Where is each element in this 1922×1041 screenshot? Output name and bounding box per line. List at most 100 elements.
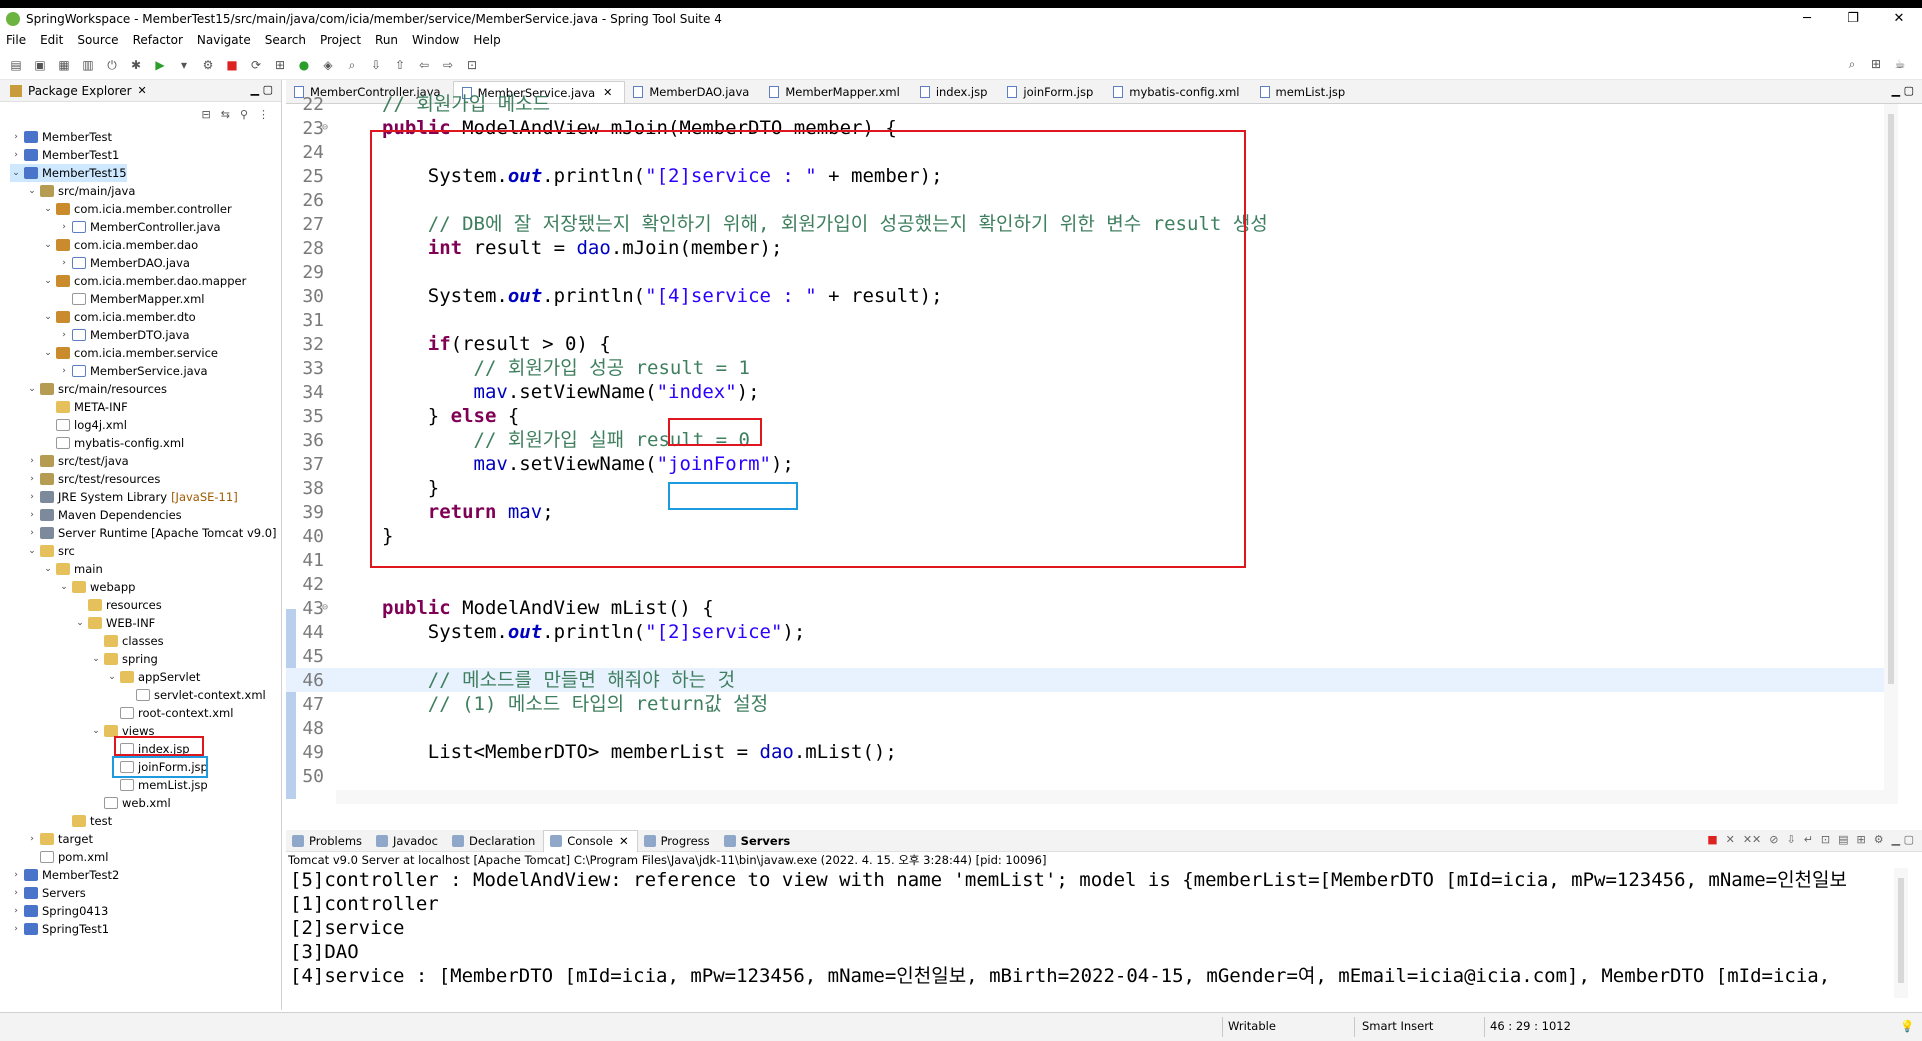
expand-toggle-icon[interactable]: ›: [58, 222, 70, 232]
tree-item[interactable]: › MemberTest1: [10, 146, 119, 164]
save-all-icon[interactable]: ▦: [56, 57, 72, 73]
pin-editor-icon[interactable]: ⊡: [464, 57, 480, 73]
menu-help[interactable]: Help: [473, 33, 500, 47]
code-line[interactable]: 49 List<MemberDTO> memberList = dao.mLis…: [286, 740, 1898, 764]
tree-item[interactable]: › JRE System Library [JavaSE-11]: [26, 488, 238, 506]
menu-refactor[interactable]: Refactor: [133, 33, 183, 47]
tree-item[interactable]: root-context.xml: [106, 704, 233, 722]
new-icon[interactable]: ▤: [8, 57, 24, 73]
tree-item[interactable]: › MemberTest2: [10, 866, 119, 884]
expand-toggle-icon[interactable]: ⌄: [42, 240, 54, 250]
display-console-icon[interactable]: ▤: [1838, 833, 1848, 846]
pin-console-icon[interactable]: ⊡: [1821, 833, 1830, 846]
expand-toggle-icon[interactable]: ⌄: [74, 618, 86, 628]
print-icon[interactable]: ▥: [80, 57, 96, 73]
search-icon[interactable]: ⌕: [1844, 56, 1860, 72]
code-line[interactable]: 47 // (1) 메소드 타입의 return값 설정: [286, 692, 1898, 716]
java-perspective-icon[interactable]: ☕: [1892, 56, 1908, 72]
menu-window[interactable]: Window: [412, 33, 459, 47]
next-annotation-icon[interactable]: ⇩: [368, 57, 384, 73]
expand-toggle-icon[interactable]: ⌄: [42, 564, 54, 574]
scroll-lock-icon[interactable]: ⇩: [1786, 833, 1795, 846]
tree-item[interactable]: pom.xml: [26, 848, 108, 866]
tree-item[interactable]: ⌄ src/main/java: [26, 182, 135, 200]
expand-toggle-icon[interactable]: ⌄: [106, 672, 118, 682]
tip-icon[interactable]: 💡: [1900, 1019, 1914, 1033]
remove-launch-icon[interactable]: ✕: [1726, 833, 1735, 846]
code-line[interactable]: 44 System.out.println("[2]service");: [286, 620, 1898, 644]
menu-run[interactable]: Run: [375, 33, 398, 47]
tree-item[interactable]: › src/test/resources: [26, 470, 160, 488]
expand-toggle-icon[interactable]: ⌄: [26, 546, 38, 556]
tree-item[interactable]: › target: [26, 830, 93, 848]
tree-item[interactable]: META-INF: [42, 398, 128, 416]
tree-item[interactable]: ⌄ spring: [90, 650, 158, 668]
fold-toggle-icon[interactable]: ⊖: [322, 116, 328, 140]
bottom-tab-console[interactable]: Console ✕: [543, 829, 638, 852]
menu-navigate[interactable]: Navigate: [197, 33, 251, 47]
tree-item[interactable]: › MemberController.java: [58, 218, 220, 236]
tree-item[interactable]: web.xml: [90, 794, 171, 812]
expand-toggle-icon[interactable]: ⌄: [58, 582, 70, 592]
tree-item[interactable]: servlet-context.xml: [122, 686, 266, 704]
external-tools-icon[interactable]: ⚙: [200, 57, 216, 73]
remove-all-icon[interactable]: ✕✕: [1743, 833, 1761, 846]
tree-item[interactable]: › src/test/java: [26, 452, 129, 470]
expand-toggle-icon[interactable]: ⌄: [26, 384, 38, 394]
open-type-icon[interactable]: ◈: [320, 57, 336, 73]
boot-dashboard-icon[interactable]: ⏻: [104, 57, 120, 73]
run-icon[interactable]: ▶: [152, 57, 168, 73]
new-java-class-icon[interactable]: ●: [296, 57, 312, 73]
link-with-editor-icon[interactable]: ⇆: [221, 108, 230, 121]
close-button[interactable]: ✕: [1876, 8, 1922, 30]
tree-item[interactable]: ⌄ MemberTest15: [10, 164, 127, 182]
console-minimize-maximize-icon[interactable]: ▁ ▢: [1892, 833, 1914, 846]
close-icon[interactable]: ✕: [138, 84, 147, 97]
expand-toggle-icon[interactable]: ›: [10, 888, 22, 898]
collapse-all-icon[interactable]: ⊟: [202, 108, 211, 121]
code-editor[interactable]: 22// 회원가입 메소드 23 public ModelAndView mJoin…: [286, 93, 1898, 804]
code-line[interactable]: 43 public ModelAndView mList() {⊖: [286, 596, 1898, 620]
bottom-tab-progress[interactable]: Progress: [638, 830, 718, 852]
expand-toggle-icon[interactable]: ›: [26, 834, 38, 844]
save-icon[interactable]: ▣: [32, 57, 48, 73]
debug-icon[interactable]: ✱: [128, 57, 144, 73]
scroll-thumb[interactable]: [1898, 878, 1904, 983]
menu-search[interactable]: Search: [265, 33, 306, 47]
code-line[interactable]: 45: [286, 644, 1898, 668]
expand-toggle-icon[interactable]: ⌄: [42, 276, 54, 286]
tree-item[interactable]: › Maven Dependencies: [26, 506, 181, 524]
tree-item[interactable]: › Servers: [10, 884, 86, 902]
expand-toggle-icon[interactable]: ›: [26, 492, 38, 502]
forward-icon[interactable]: ⇨: [440, 57, 456, 73]
expand-toggle-icon[interactable]: ⌄: [90, 654, 102, 664]
expand-toggle-icon[interactable]: ›: [26, 456, 38, 466]
menu-edit[interactable]: Edit: [40, 33, 63, 47]
expand-toggle-icon[interactable]: ›: [10, 924, 22, 934]
tree-item[interactable]: MemberMapper.xml: [58, 290, 204, 308]
view-menu-icon[interactable]: ⋮: [258, 108, 269, 121]
code-line[interactable]: 46 // 메소드를 만들면 해줘야 하는 것: [286, 668, 1898, 692]
run-history-icon[interactable]: ▾: [176, 57, 192, 73]
tree-item[interactable]: ⌄ com.icia.member.dao: [42, 236, 198, 254]
expand-toggle-icon[interactable]: ›: [10, 132, 22, 142]
code-line[interactable]: 48: [286, 716, 1898, 740]
close-tab-icon[interactable]: ✕: [619, 834, 629, 848]
open-console-icon[interactable]: ⊞: [1857, 833, 1866, 846]
tree-item[interactable]: ⌄ webapp: [58, 578, 135, 596]
editor-horizontal-scrollbar[interactable]: [336, 790, 1886, 804]
expand-toggle-icon[interactable]: ›: [10, 870, 22, 880]
maximize-button[interactable]: ❐: [1830, 8, 1876, 30]
minimize-maximize-icon[interactable]: ▁ ▢: [251, 83, 273, 96]
tree-item[interactable]: classes: [90, 632, 164, 650]
expand-toggle-icon[interactable]: ›: [26, 510, 38, 520]
menu-project[interactable]: Project: [320, 33, 361, 47]
expand-toggle-icon[interactable]: ⌄: [26, 186, 38, 196]
expand-toggle-icon[interactable]: ⌄: [42, 312, 54, 322]
tree-item[interactable]: ⌄ src: [26, 542, 75, 560]
tree-item[interactable]: › MemberTest: [10, 128, 112, 146]
expand-toggle-icon[interactable]: ⌄: [42, 348, 54, 358]
tree-item[interactable]: › MemberDAO.java: [58, 254, 190, 272]
expand-toggle-icon[interactable]: ⌄: [10, 168, 22, 178]
tree-item[interactable]: ⌄ com.icia.member.dao.mapper: [42, 272, 246, 290]
